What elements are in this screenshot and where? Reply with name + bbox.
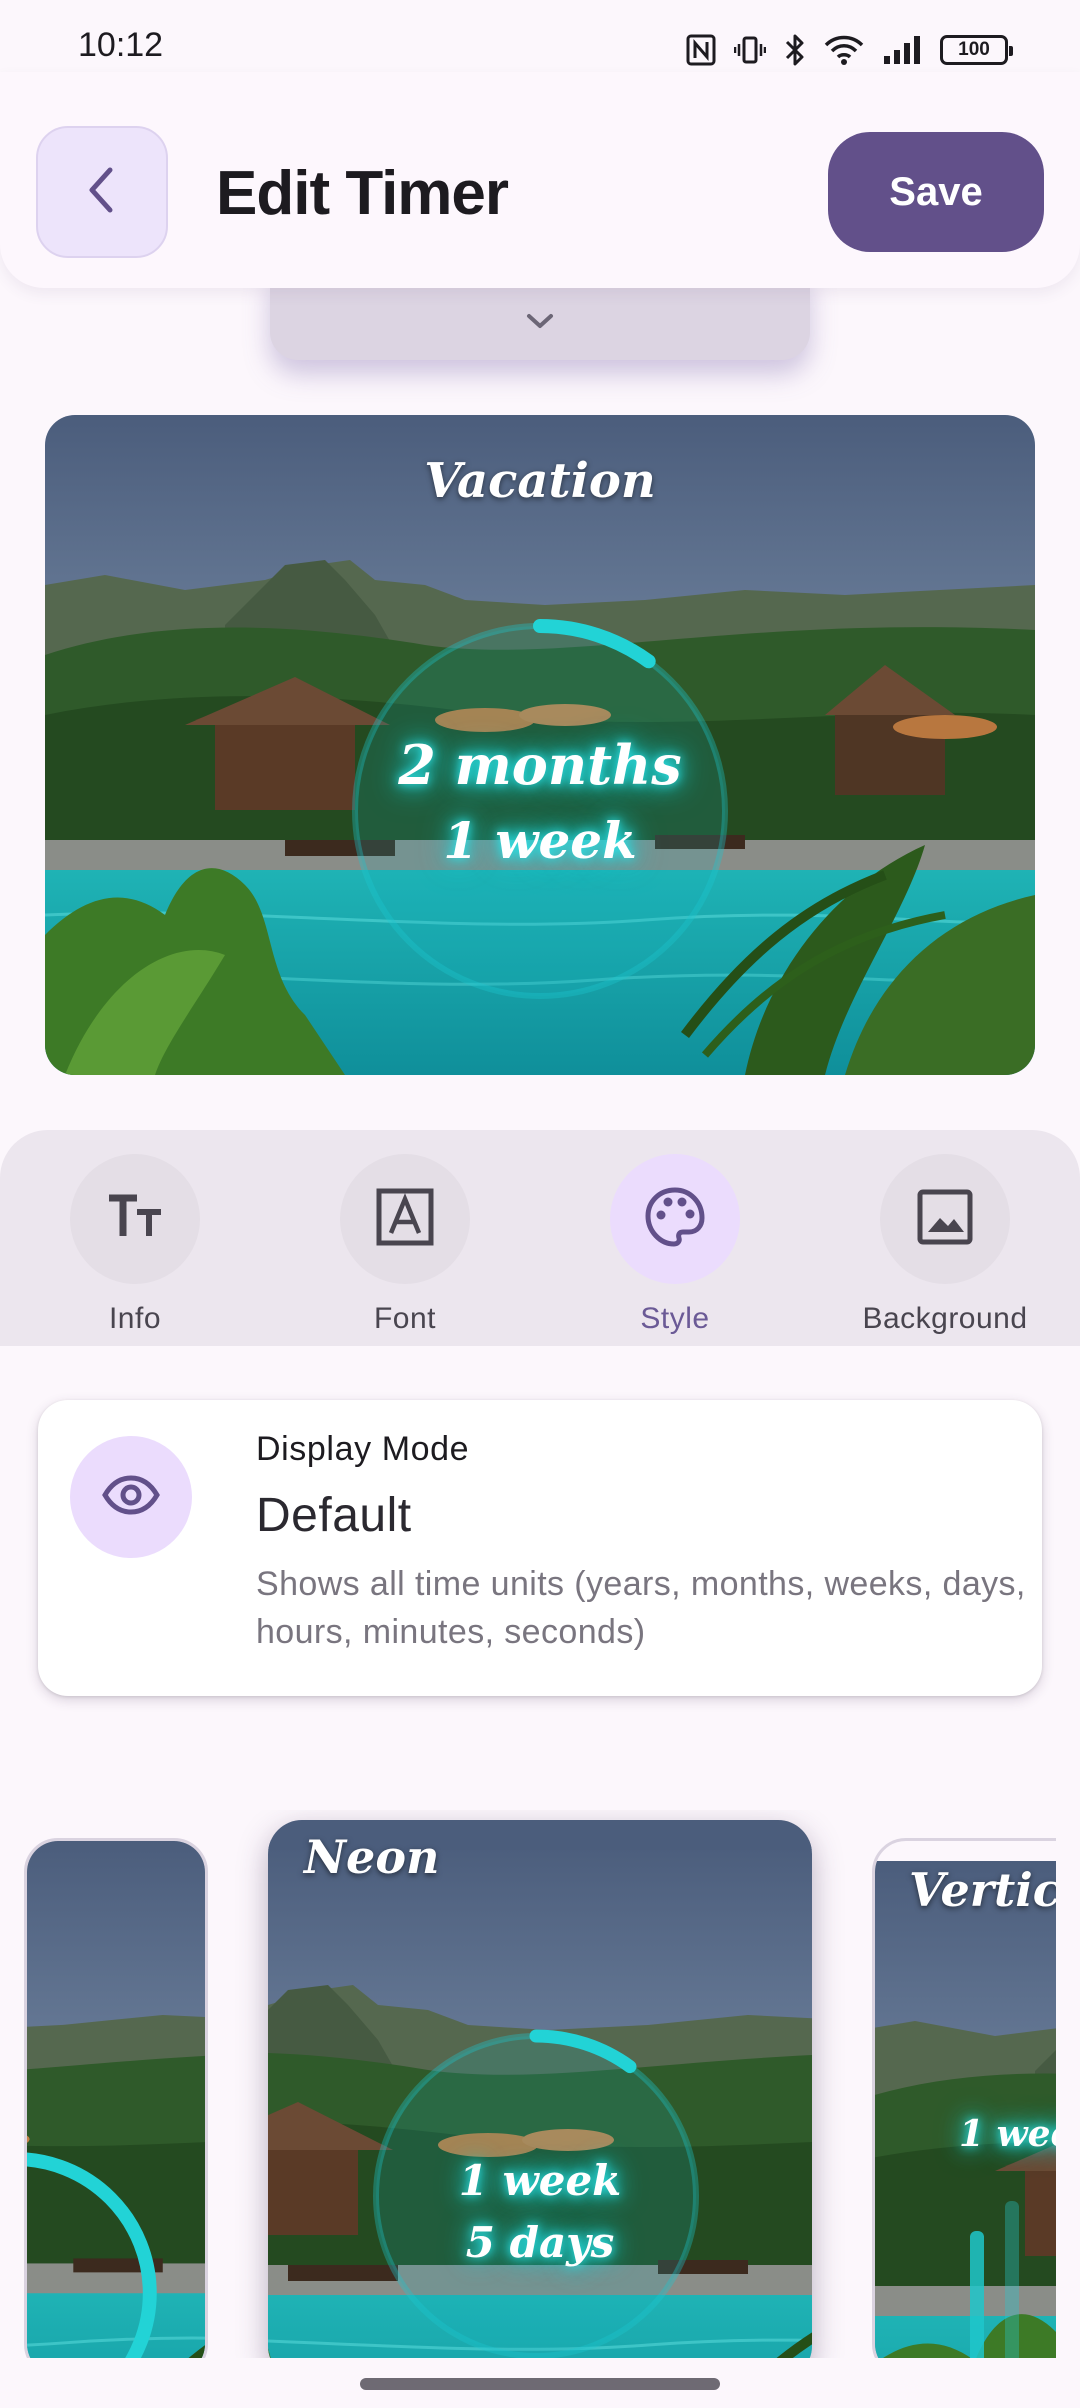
page-title: Edit Timer (216, 159, 509, 228)
gesture-nav-bar (0, 2358, 1080, 2408)
style-time-line-1: 1 week (458, 2156, 622, 2205)
app-bar: Edit Timer Save (0, 72, 1080, 288)
timer-preview: Vacation 2 months 1 week (45, 415, 1035, 1075)
editor-tabs: Info Font Style Background (0, 1130, 1080, 1346)
style-time-line-1: 1 week (959, 2113, 1056, 2155)
tab-label: Style (640, 1302, 710, 1335)
style-name: Neon (304, 1830, 440, 1884)
chevron-down-icon (525, 311, 555, 336)
tab-label: Info (108, 1302, 162, 1335)
display-mode-value: Default (256, 1489, 412, 1542)
style-card-neon[interactable]: Neon 1 week 5 days (268, 1820, 812, 2360)
tab-font-icon-bg (340, 1154, 470, 1284)
image-icon (916, 1188, 974, 1251)
font-box-icon (375, 1187, 435, 1252)
nfc-icon (686, 34, 716, 66)
tab-background-icon-bg (880, 1154, 1010, 1284)
tab-style-icon-bg (610, 1154, 740, 1284)
tab-font[interactable]: Font (270, 1142, 540, 1342)
tab-info-icon-bg (70, 1154, 200, 1284)
style-time-line-2: 5 days (465, 2218, 615, 2267)
back-button[interactable] (36, 126, 168, 258)
status-icons: 100 (686, 30, 1013, 70)
tab-info[interactable]: Info (0, 1142, 270, 1342)
tab-label: Font (373, 1302, 437, 1335)
battery-icon: 100 (940, 35, 1013, 65)
timer-title: Vacation (424, 453, 656, 509)
style-carousel[interactable]: Neon 1 week 5 days Vertical 1 week (24, 1810, 1056, 2360)
display-mode-icon-bg (70, 1436, 192, 1558)
display-mode-label: Display Mode (256, 1430, 470, 1468)
timer-time-line-1: 2 months (398, 733, 682, 797)
style-card-background (27, 1841, 208, 2360)
signal-icon (882, 34, 922, 66)
display-mode-card[interactable]: Display Mode Default Shows all time unit… (38, 1400, 1042, 1696)
save-button[interactable]: Save (828, 132, 1044, 252)
eye-icon (102, 1474, 160, 1520)
tab-style[interactable]: Style (540, 1142, 810, 1342)
home-indicator[interactable] (360, 2378, 720, 2390)
status-time: 10:12 (78, 26, 164, 64)
bluetooth-icon (784, 33, 806, 67)
text-format-icon (105, 1192, 165, 1247)
palette-icon (644, 1186, 706, 1253)
style-card-left[interactable] (24, 1838, 208, 2360)
tab-background[interactable]: Background (810, 1142, 1080, 1342)
style-name: Vertical (909, 1863, 1056, 1917)
style-card-background (268, 1820, 812, 2360)
vibrate-icon (734, 34, 766, 66)
tab-label: Background (862, 1302, 1028, 1335)
chevron-left-icon (82, 164, 122, 221)
display-mode-description: Shows all time units (years, months, wee… (256, 1565, 1026, 1651)
style-card-background (872, 1861, 1056, 2360)
wifi-icon (824, 34, 864, 66)
style-card-vertical[interactable]: Vertical 1 week (872, 1838, 1056, 2360)
timer-time-line-2: 1 week (443, 811, 637, 870)
